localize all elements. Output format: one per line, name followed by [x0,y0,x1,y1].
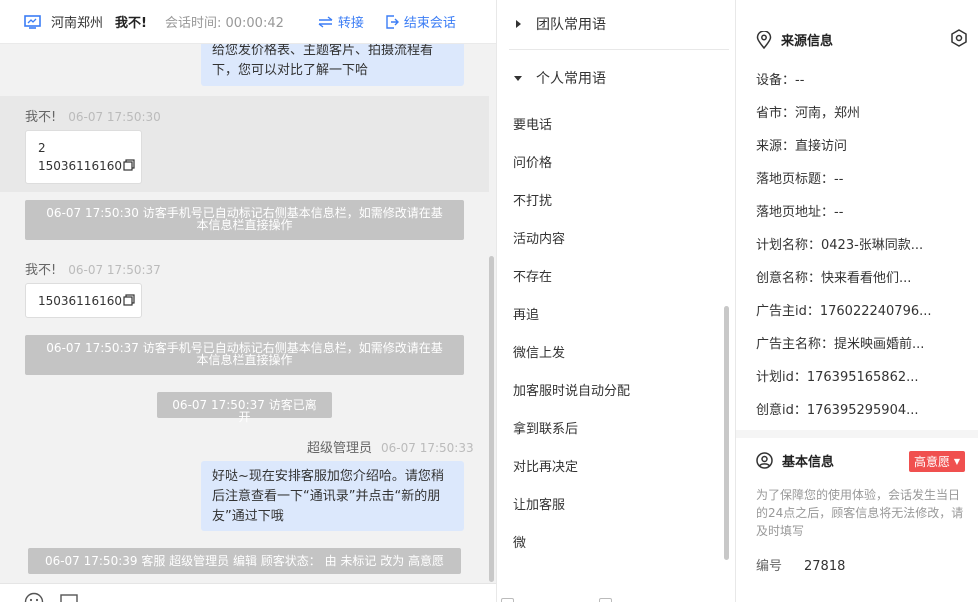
checkbox[interactable] [501,598,514,602]
monitor-icon [24,14,41,29]
settings-icon[interactable] [950,29,968,47]
visitor-message-card: 15036116160 [25,283,142,318]
source-advertiser-id: 广告主id：176022240796... [756,304,932,319]
source-info-title: 来源信息 [756,30,833,49]
source-region: 省市：河南，郑州 [756,106,861,121]
phrase-item[interactable]: 微信上发 [513,342,565,361]
visitor-id-row: 编号 27818 [756,555,845,574]
chat-panel: 给您发价格表、主题客片、拍摄流程看 下，您可以对比了解一下哈 我不! 06-07 … [0,0,496,602]
transfer-icon [318,15,333,28]
id-label: 编号 [756,559,783,574]
phrase-item[interactable]: 微 [513,532,526,551]
phrase-item[interactable]: 对比再决定 [513,456,578,475]
caret-down-icon [514,76,522,81]
intent-status-dropdown[interactable]: 高意愿 ▼ [909,451,965,472]
source-plan-name: 计划名称：0423-张琳同款... [756,238,924,253]
end-session-button[interactable]: 结束会话 [386,12,456,31]
caret-down-icon: ▼ [953,457,960,466]
message-time: 06-07 17:50:37 [68,263,161,277]
message-meta: 我不! 06-07 17:50:30 [25,106,161,125]
phrase-item[interactable]: 加客服时说自动分配 [513,380,630,399]
message-line: 2 [38,141,46,155]
message-time: 06-07 17:50:30 [68,110,161,124]
chat-header: 河南郑州 我不! 会话时间: 00:00:42 转接 结束会话 [0,0,496,44]
phrase-item[interactable]: 让加客服 [513,494,565,513]
source-advertiser-name: 广告主名称：提米映画婚前... [756,337,925,352]
sender-name: 我不! [25,110,57,125]
exit-icon [386,14,399,29]
checkbox[interactable] [599,598,612,602]
id-value: 27818 [804,559,846,574]
chat-scrollbar[interactable] [489,256,494,582]
agent-message-bubble: 好哒~现在安排客服加您介绍哈。请您稍 后注意查看一下“通讯录”并点击“新的朋 友… [201,461,464,531]
visitor-message-card: 2 15036116160 [25,130,142,184]
source-creative-name: 创意名称：快来看看他们... [756,271,912,286]
section-separator [736,430,978,438]
input-toolbar [0,583,496,602]
system-notice: 06-07 17:50:37 访客手机号已自动标记右侧基本信息栏，如需修改请在基… [25,335,464,375]
emoji-icon[interactable] [24,592,44,602]
message-meta: 我不! 06-07 17:50:37 [25,259,161,278]
phone-number: 15036116160 [38,294,122,308]
quick-phrases-panel: 团队常用语 个人常用语 要电话 问价格 不打扰 活动内容 不存在 再追 微信上发… [496,0,736,602]
sender-name: 我不! [25,263,57,278]
basic-info-title: 基本信息 [756,451,834,470]
message-line: 给您发价格表、主题客片、拍摄流程看 [212,43,434,58]
location-pin-icon [756,30,772,49]
source-origin: 来源：直接访问 [756,139,848,154]
source-creative-id: 创意id：176395295904... [756,403,919,418]
copy-icon[interactable] [123,294,135,306]
source-landing-title: 落地页标题：-- [756,172,844,187]
image-icon[interactable] [59,592,79,602]
phrase-item[interactable]: 拿到联系后 [513,418,578,437]
phrase-scrollbar[interactable] [724,306,729,560]
message-line: 后注意查看一下“通讯录”并点击“新的朋 [212,489,441,504]
message-line: 友”通过下哦 [212,509,284,524]
notice-line: 本信息栏直接操作 [196,353,293,367]
phrase-group-personal[interactable]: 个人常用语 [513,68,606,88]
visitor-name: 我不! [115,16,147,31]
phrase-group-team[interactable]: 团队常用语 [513,14,606,34]
phrase-item[interactable]: 不存在 [513,266,552,285]
system-notice-left: 06-07 17:50:37 访客已离开 [157,392,332,423]
caret-right-icon [516,20,521,28]
message-meta: 超级管理员 06-07 17:50:33 [307,437,474,456]
system-notice: 06-07 17:50:39 客服 超级管理员 编辑 顾客状态： 由 未标记 改… [28,548,461,574]
phrase-list: 要电话 问价格 不打扰 活动内容 不存在 再追 微信上发 加客服时说自动分配 拿… [497,82,725,552]
source-device: 设备：-- [756,73,805,88]
message-time: 06-07 17:50:33 [381,441,474,455]
phrase-item[interactable]: 问价格 [513,152,552,171]
source-landing-url: 落地页地址：-- [756,205,844,220]
phrase-footer [497,592,735,602]
phone-number: 15036116160 [38,159,122,173]
divider [509,49,729,50]
phrase-item[interactable]: 不打扰 [513,190,552,209]
sender-name: 超级管理员 [307,441,373,456]
phrase-item[interactable]: 要电话 [513,114,552,133]
visitor-location: 河南郑州 [51,16,104,31]
message-line: 好哒~现在安排客服加您介绍哈。请您稍 [212,469,444,484]
system-notice: 06-07 17:50:30 访客手机号已自动标记右侧基本信息栏，如需修改请在基… [25,200,464,240]
user-circle-icon [756,452,773,469]
phrase-item[interactable]: 活动内容 [513,228,565,247]
phrase-item[interactable]: 再追 [513,304,539,323]
message-line: 下，您可以对比了解一下哈 [212,63,369,78]
notice-line: 本信息栏直接操作 [196,218,293,232]
visitor-info-panel: 来源信息 设备：-- 省市：河南，郑州 来源：直接访问 落地页标题：-- 落地页… [736,0,978,602]
session-time: 会话时间: 00:00:42 [164,16,284,31]
transfer-button[interactable]: 转接 [318,12,364,31]
copy-icon[interactable] [123,159,135,171]
edit-deadline-note: 为了保障您的使用体验，会话发生当日的24点之后，顾客信息将无法修改，请及时填写 [756,488,964,538]
source-plan-id: 计划id：176395165862... [756,370,919,385]
